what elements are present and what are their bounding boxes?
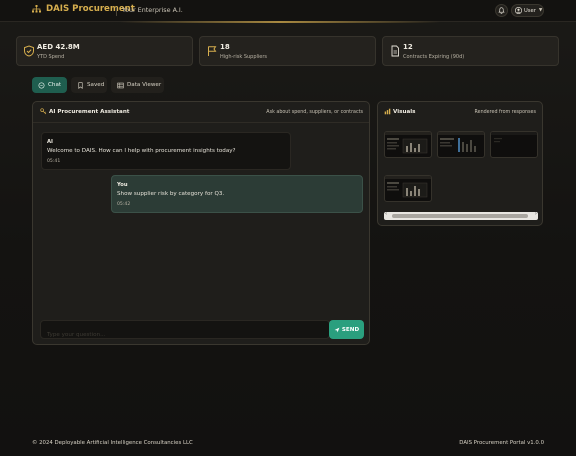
tagline: Your Enterprise A.I. [122,6,183,14]
tab-label: Data Viewer [127,82,162,88]
visual-thumbnail[interactable] [384,131,432,158]
user-menu-button[interactable]: User ▼ [511,4,544,17]
kpi-label: YTD Spend [37,54,65,60]
chat-input[interactable] [41,326,329,344]
visual-thumbnail[interactable] [490,131,538,158]
kpi-card-contracts[interactable]: 12 Contracts Expiring (90d) [382,36,559,66]
kpi-value: 12 [403,43,413,51]
chevron-down-icon: ▼ [538,8,543,13]
message-text: Welcome to DAIS. How can I help with pro… [47,148,236,154]
tab-label: Chat [48,82,62,88]
kpi-card-risk[interactable]: 18 High-risk Suppliers [199,36,376,66]
visual-thumbnail[interactable] [384,175,432,202]
user-icon [515,7,522,14]
visuals-title: Visuals [393,109,416,115]
hierarchy-icon [32,5,41,13]
flag-icon [208,46,217,56]
message-time: 05:41 [47,159,61,164]
bookmark-icon [78,81,83,89]
tab-saved[interactable]: Saved [71,77,107,93]
message-text: Show supplier risk by category for Q3. [117,191,225,197]
chat-icon [38,82,45,88]
send-button[interactable]: SEND [329,320,364,339]
screenshot-preview [385,176,431,198]
footer-copyright: © 2024 Deployable Artificial Intelligenc… [32,440,193,446]
kpi-card-spend[interactable]: AED 42.8M YTD Spend [16,36,193,66]
kpi-value: AED 42.8M [37,43,80,51]
chat-panel: AI Procurement Assistant Ask about spend… [32,101,370,345]
message-sender: AI [47,139,53,145]
table-icon [117,82,124,88]
horizontal-scrollbar[interactable]: ‹ › [384,211,538,220]
bell-icon [498,7,505,14]
message-sender: You [117,182,128,188]
document-icon [391,45,399,57]
header-divider [116,7,117,16]
header-accent-line [120,21,440,23]
screenshot-preview [491,132,537,143]
shield-icon [24,45,34,57]
tab-data-viewer[interactable]: Data Viewer [111,77,164,93]
visuals-panel: Visuals Rendered from responses ‹ › [377,101,543,226]
chat-title: AI Procurement Assistant [49,109,130,115]
kpi-label: High-risk Suppliers [220,54,268,60]
chat-input-wrapper [40,320,330,344]
brand[interactable]: DAIS Procurement [32,4,135,14]
top-bar: DAIS Procurement Your Enterprise A.I. Us… [0,0,576,23]
screenshot-preview [385,132,431,154]
message-ai: AI Welcome to DAIS. How can I help with … [41,132,291,170]
key-icon [40,108,47,115]
kpi-label: Contracts Expiring (90d) [403,54,465,60]
chat-hint: Ask about spend, suppliers, or contracts [266,110,363,115]
screenshot-preview [438,132,484,152]
scroll-right-icon[interactable]: › [535,211,537,217]
send-label: SEND [341,326,360,333]
message-time: 05:42 [117,202,131,207]
visuals-hint: Rendered from responses [474,110,536,115]
tab-chat[interactable]: Chat [32,77,67,93]
kpi-value: 18 [220,43,230,51]
user-label: User [524,7,536,14]
notifications-button[interactable] [495,4,508,17]
chat-header: AI Procurement Assistant Ask about spend… [33,102,369,123]
scroll-left-icon[interactable]: ‹ [385,211,387,217]
scrollbar-thumb[interactable] [392,214,528,218]
message-user: You Show supplier risk by category for Q… [111,175,363,213]
footer-version: DAIS Procurement Portal v1.0.0 [459,440,544,446]
bar-chart-icon [384,108,391,115]
tab-label: Saved [87,82,105,88]
visual-thumbnail[interactable] [437,131,485,158]
send-icon [334,327,340,332]
